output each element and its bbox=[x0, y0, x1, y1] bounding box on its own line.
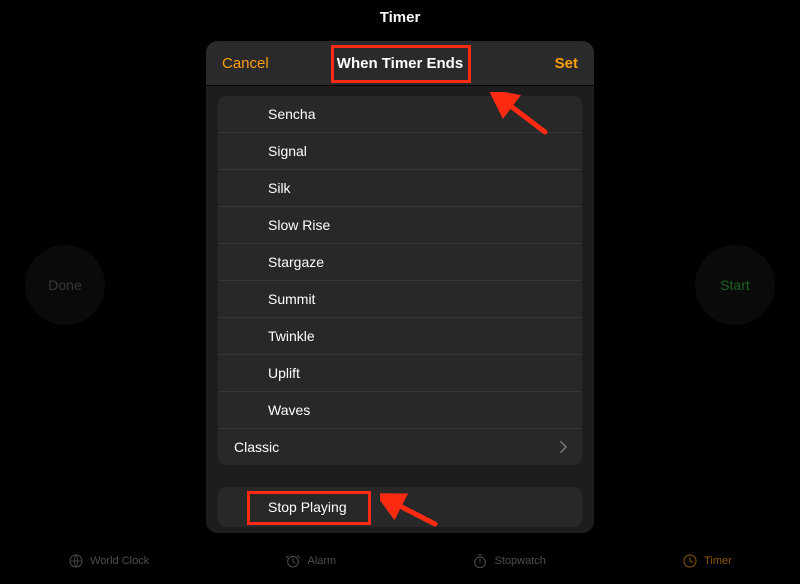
done-button[interactable]: Done bbox=[25, 245, 105, 325]
globe-icon bbox=[68, 553, 84, 569]
tone-row-twinkle[interactable]: Twinkle bbox=[218, 317, 582, 354]
tab-timer[interactable]: Timer bbox=[682, 553, 732, 569]
timer-icon bbox=[682, 553, 698, 569]
chevron-right-icon bbox=[559, 440, 568, 454]
tone-row-signal[interactable]: Signal bbox=[218, 132, 582, 169]
popover-header: Cancel When Timer Ends Set bbox=[206, 41, 594, 86]
tab-label: Alarm bbox=[307, 555, 336, 567]
tab-label: Timer bbox=[704, 555, 732, 567]
stop-playing-row[interactable]: Stop Playing bbox=[218, 487, 582, 527]
tone-row-sencha[interactable]: Sencha bbox=[218, 96, 582, 132]
classic-label: Classic bbox=[234, 439, 279, 455]
cancel-button[interactable]: Cancel bbox=[222, 55, 269, 72]
stop-playing-label: Stop Playing bbox=[268, 499, 347, 515]
tone-row-waves[interactable]: Waves bbox=[218, 391, 582, 428]
alarm-icon bbox=[285, 553, 301, 569]
tab-world-clock[interactable]: World Clock bbox=[68, 553, 149, 569]
set-button[interactable]: Set bbox=[555, 55, 578, 72]
tab-label: Stopwatch bbox=[494, 555, 545, 567]
tab-label: World Clock bbox=[90, 555, 149, 567]
tone-row-silk[interactable]: Silk bbox=[218, 169, 582, 206]
tab-bar: World Clock Alarm Stopwatch Timer bbox=[0, 538, 800, 584]
page-title: Timer bbox=[0, 9, 800, 26]
tone-row-classic[interactable]: Classic bbox=[218, 428, 582, 465]
when-timer-ends-popover: Cancel When Timer Ends Set Sencha Signal… bbox=[206, 41, 594, 533]
tab-stopwatch[interactable]: Stopwatch bbox=[472, 553, 545, 569]
tone-scroll-area[interactable]: Sencha Signal Silk Slow Rise Stargaze Su… bbox=[206, 86, 594, 533]
start-button[interactable]: Start bbox=[695, 245, 775, 325]
tab-alarm[interactable]: Alarm bbox=[285, 553, 336, 569]
tone-row-stargaze[interactable]: Stargaze bbox=[218, 243, 582, 280]
tone-row-summit[interactable]: Summit bbox=[218, 280, 582, 317]
tone-list: Sencha Signal Silk Slow Rise Stargaze Su… bbox=[218, 96, 582, 465]
stopwatch-icon bbox=[472, 553, 488, 569]
tone-row-slowrise[interactable]: Slow Rise bbox=[218, 206, 582, 243]
tone-row-uplift[interactable]: Uplift bbox=[218, 354, 582, 391]
